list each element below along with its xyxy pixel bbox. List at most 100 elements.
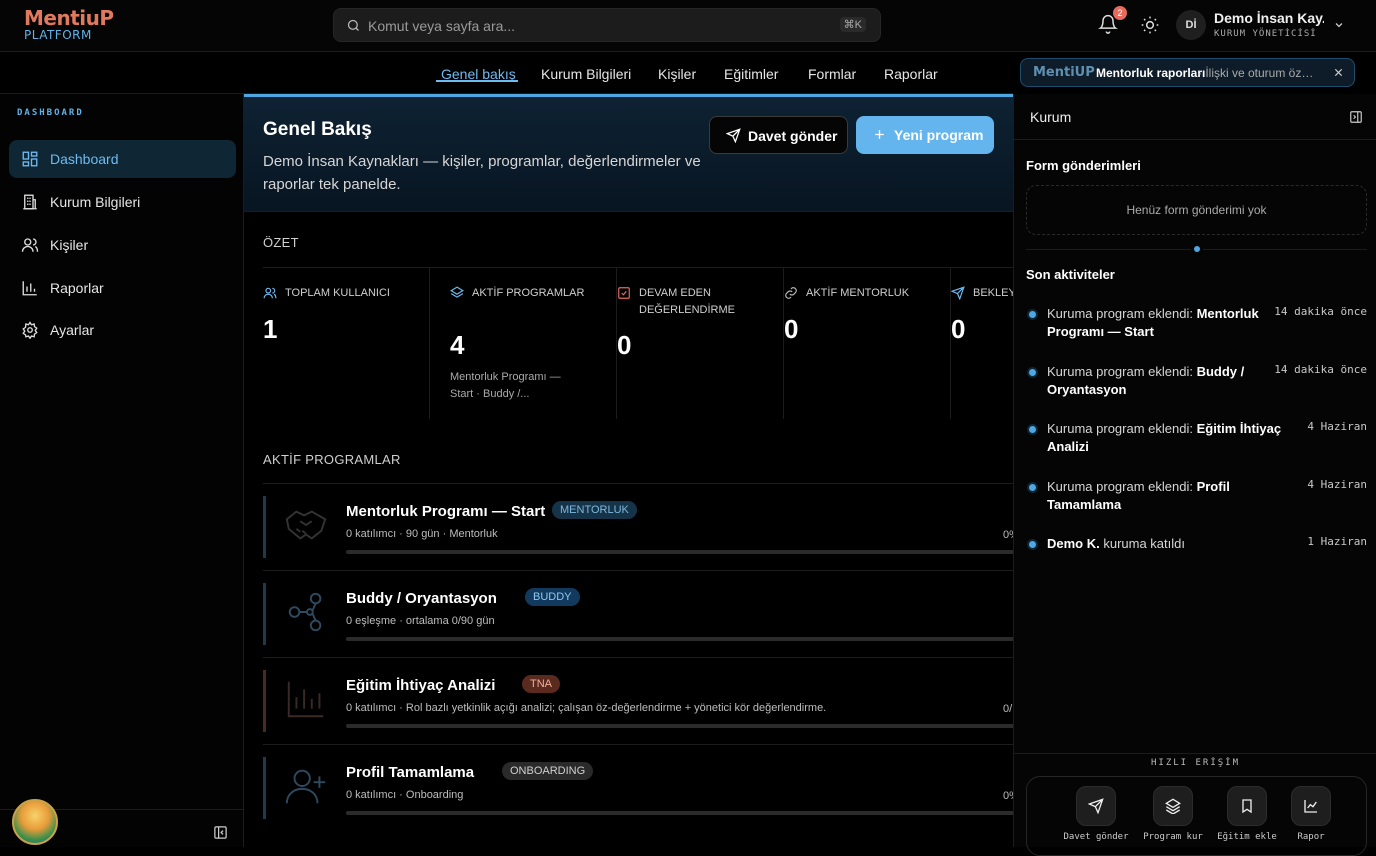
program-badge: MENTORLUK [552,501,637,519]
quick-program-button[interactable]: Program kur [1138,786,1208,842]
plus-icon [875,130,884,139]
active-tab-underline [436,80,518,82]
quick-access-title: HIZLI ERİŞİM [1150,758,1241,768]
sidebar-item-settings[interactable]: Ayarlar [9,311,236,349]
activity-dot [1029,484,1036,491]
line-chart-icon [1304,800,1317,813]
top-nav: Genel bakış Kurum Bilgileri Kişiler Eğit… [0,52,1013,94]
sidebar-item-label: Kişiler [50,237,89,253]
search-shortcut: ⌘K [839,17,866,32]
sidebar-item-organization[interactable]: Kurum Bilgileri [9,183,236,221]
right-panel-header: Kurum [1014,94,1376,140]
stat-label: AKTİF MENTORLUK [806,287,910,299]
page-title: Genel Bakış [263,119,372,140]
program-progress-bar [346,550,1013,554]
search-bar[interactable]: ⌘K [333,8,881,42]
sidebar-heading: DASHBOARD [17,108,84,118]
program-badge: BUDDY [525,588,580,606]
collapse-sidebar-icon[interactable] [213,825,228,840]
sidebar-item-people[interactable]: Kişiler [9,226,236,264]
activity-title: Son aktiviteler [1026,267,1115,282]
sidebar-item-label: Raporlar [50,280,104,296]
tab-reports[interactable]: Raporlar [884,66,938,82]
activity-text: Demo K. kuruma katıldı [1047,536,1185,551]
search-input[interactable] [368,15,828,37]
user-plus-icon [285,769,326,804]
stat-value: 0 [951,314,966,344]
brand-logo[interactable]: MentiuP PLATFORM [24,8,114,41]
divider-dot [1194,246,1200,252]
brand-name: MentiuP [24,6,114,30]
layers-icon [1165,798,1181,814]
program-meta: 0 eşleşme · ortalama 0/90 gün [346,615,495,627]
activity-text: Kuruma program eklendi: Buddy / Oryantas… [1047,364,1245,397]
program-accent-bar [263,496,266,558]
summary-title: ÖZET [263,235,299,250]
program-name: Buddy / Oryantasyon [346,590,497,607]
sidebar-item-dashboard[interactable]: Dashboard [9,140,236,178]
invite-button[interactable]: Davet gönder [709,116,848,154]
sun-icon[interactable] [1140,15,1160,35]
activity-dot [1029,541,1036,548]
gear-icon [22,321,38,339]
main-content: Genel Bakış Demo İnsan Kaynakları — kişi… [244,94,1013,847]
program-name: Eğitim İhtiyaç Analizi [346,677,496,694]
activity-text: Kuruma program eklendi: Profil Tamamlama [1047,479,1230,512]
program-meta: 0 katılımcı · 90 gün · Mentorluk [346,528,498,540]
program-progress-bar [346,811,1013,815]
sidebar-item-reports[interactable]: Raporlar [9,269,236,307]
program-meta: 0 katılımcı · Rol bazlı yetkinlik açığı … [346,702,827,714]
send-icon [726,128,741,143]
forms-title: Form gönderimleri [1026,158,1141,173]
tab-people[interactable]: Kişiler [658,66,696,82]
stat-pending: BEKLEY 0 [951,268,1013,419]
announcement-banner[interactable]: MentiUP Mentorluk raporları · İlişki ve … [1020,58,1355,87]
activity-time: 14 dakika önce [1274,363,1367,376]
quick-training-button[interactable]: Eğitim ekle [1212,786,1282,842]
stat-label: AKTİF PROGRAMLAR [472,287,585,299]
quick-invite-button[interactable]: Davet gönder [1061,786,1131,842]
sidebar-item-label: Dashboard [50,151,119,167]
activity-text: Kuruma program eklendi: Mentorluk Progra… [1047,306,1259,339]
quick-report-button[interactable]: Rapor [1276,786,1346,842]
layers-icon [450,286,464,298]
program-card-buddy[interactable]: Buddy / Oryantasyon BUDDY 0 eşleşme · or… [263,570,1013,657]
new-program-button[interactable]: Yeni program [856,116,994,154]
bookmark-icon [1242,799,1252,814]
right-panel-title: Kurum [1030,109,1072,125]
quick-label: Program kur [1143,832,1203,842]
quick-access: HIZLI ERİŞİM Davet gönder Program kur Eğ… [1014,753,1376,856]
send-icon [951,286,965,300]
stat-value: 0 [784,314,799,344]
activity-time: 1 Haziran [1307,535,1367,548]
program-card-onboarding[interactable]: Profil Tamamlama ONBOARDING 0 katılımcı … [263,744,1013,831]
organization-logo[interactable] [12,799,58,845]
activity-time: 4 Haziran [1307,478,1367,491]
building-icon [23,194,37,210]
activity-dot [1029,426,1036,433]
program-badge: TNA [522,675,560,693]
program-card-tna[interactable]: Eğitim İhtiyaç Analizi TNA 0 katılımcı ·… [263,657,1013,744]
collapse-panel-icon[interactable] [1349,110,1363,124]
share-nodes-icon [288,592,322,632]
program-progress-bar [346,637,1013,641]
program-progress-bar [346,724,1013,728]
tab-trainings[interactable]: Eğitimler [724,66,778,82]
activity-time: 4 Haziran [1307,420,1367,433]
activity-time: 14 dakika önce [1274,305,1367,318]
sidebar: DASHBOARD Dashboard Kurum Bilgileri Kişi… [0,94,244,847]
check-square-icon [618,287,630,299]
stat-value: 1 [263,314,278,344]
tab-forms[interactable]: Formlar [808,66,856,82]
program-percent: 0/ [1003,703,1013,715]
page-description: Demo İnsan Kaynakları — kişiler, program… [263,153,701,193]
activity-dot [1029,311,1036,318]
avatar[interactable]: Dİ [1176,10,1206,40]
chevron-down-icon[interactable] [1333,19,1345,31]
invite-button-label: Davet gönder [748,128,838,144]
program-card-mentorship[interactable]: Mentorluk Programı — Start MENTORLUK 0 k… [263,483,1013,570]
close-icon[interactable] [1333,67,1344,78]
tab-organization[interactable]: Kurum Bilgileri [541,66,631,82]
stat-label: BEKLEY [973,287,1013,299]
user-name[interactable]: Demo İnsan Kay... [1214,10,1324,26]
